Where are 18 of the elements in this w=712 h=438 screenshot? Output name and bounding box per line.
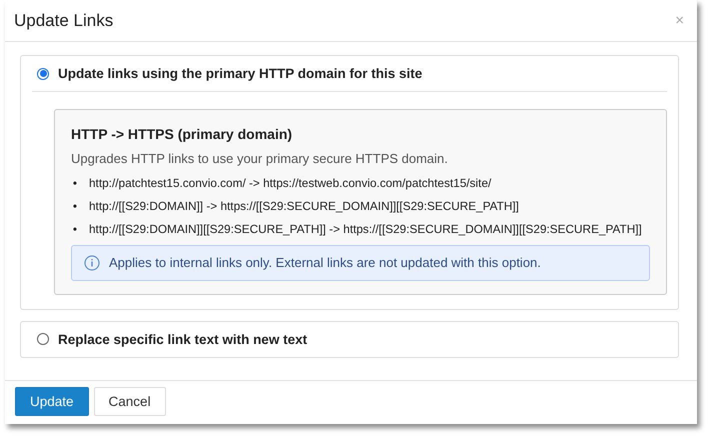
option-label: Replace specific link text with new text bbox=[58, 332, 308, 347]
option-label: Update links using the primary HTTP domain for this site bbox=[58, 66, 422, 81]
dialog-title: Update Links bbox=[14, 10, 114, 30]
rule-item: http://patchtest15.convio.com/ -> https://testweb.convio.com/patchtest15/site/ bbox=[89, 176, 492, 192]
cancel-button[interactable]: Cancel bbox=[94, 387, 166, 416]
update-button[interactable]: Update bbox=[15, 387, 89, 416]
bullet: • bbox=[72, 222, 78, 238]
close-button[interactable]: × bbox=[675, 12, 684, 29]
radio-button[interactable] bbox=[37, 68, 49, 80]
rule-item: http://[[S29:DOMAIN]] -> https://[[S29:SECURE_DOMAIN]][[S29:SECURE_PATH]] bbox=[89, 198, 519, 215]
bullet: • bbox=[72, 176, 78, 192]
radio-button[interactable] bbox=[37, 333, 49, 346]
rule-item: http://[[S29:DOMAIN]][[S29:SECURE_PATH]] -> https://[[S29:SECURE_DOMAIN]][[S29:SECURE_PATH]] bbox=[89, 222, 642, 238]
panel-description: Upgrades HTTP links to use your primary secure HTTPS domain. bbox=[71, 151, 449, 166]
info-text: Applies to internal links only. External links are not updated with this option. bbox=[109, 255, 541, 270]
bullet: • bbox=[72, 198, 78, 215]
info-icon bbox=[84, 254, 100, 271]
panel-title: HTTP -> HTTPS (primary domain) bbox=[71, 126, 294, 142]
